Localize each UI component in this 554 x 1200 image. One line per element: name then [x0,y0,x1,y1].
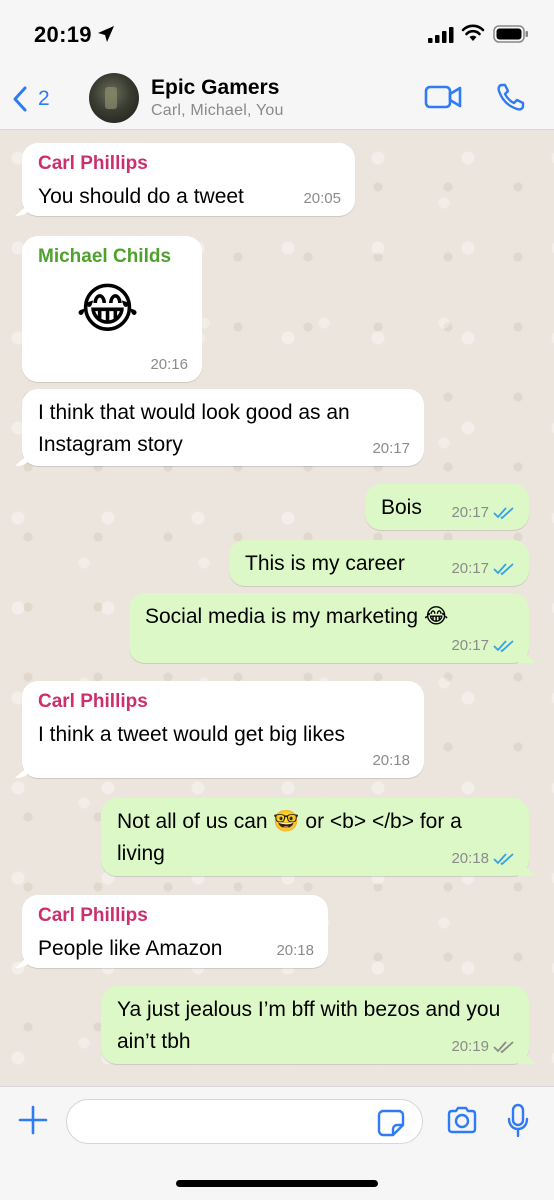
wifi-icon [461,24,485,41]
message-list[interactable]: Carl Phillips You should do a tweet 20:0… [0,131,554,1086]
message-bubble-outgoing[interactable]: Bois 20:17 [365,484,529,530]
message-text: I think a tweet would get big likes [38,723,346,746]
message-bubble-outgoing[interactable]: This is my career 20:17 [229,540,529,586]
message-bubble-incoming[interactable]: Carl Phillips You should do a tweet 20:0… [22,143,355,216]
message-time: 20:18 [276,942,314,959]
message-bubble-incoming[interactable]: Michael Childs 😂 20:16 [22,236,202,382]
message-time: 20:17 [451,504,489,521]
read-ticks-icon [493,640,514,653]
video-call-icon[interactable] [424,84,462,110]
camera-icon[interactable] [446,1106,478,1134]
message-emoji: 😂 [76,279,140,339]
message-time: 20:18 [451,850,489,867]
message-time: 20:05 [303,190,341,207]
microphone-icon[interactable] [506,1103,530,1139]
read-ticks-icon [493,563,514,576]
battery-icon [493,25,528,43]
sticker-icon[interactable] [377,1109,405,1137]
status-bar: 20:19 [0,0,554,64]
unread-count: 2 [38,87,50,110]
message-bubble-outgoing[interactable]: Ya just jealous I’m bff with bezos and y… [101,986,529,1064]
read-ticks-icon [493,507,514,520]
chat-header: 2 Epic Gamers Carl, Michael, You [0,64,554,130]
group-avatar[interactable] [89,73,139,123]
message-bubble-outgoing[interactable]: Not all of us can 🤓 or <b> </b> for a li… [101,798,529,876]
sender-name: Carl Phillips [38,153,148,174]
home-indicator[interactable] [176,1180,378,1187]
location-arrow-icon [98,26,114,42]
chat-participants[interactable]: Carl, Michael, You [151,102,284,120]
sender-name: Michael Childs [38,246,172,267]
message-text: You should do a tweet [38,185,244,208]
status-time: 20:19 [34,22,92,47]
message-time: 20:19 [451,1038,489,1055]
message-text: Not all of us can 🤓 or <b> </b> for a li… [117,810,462,865]
phone-icon[interactable] [496,82,526,112]
message-bubble-incoming[interactable]: Carl Phillips I think a tweet would get … [22,681,424,778]
delivered-ticks-icon [493,1041,514,1054]
message-bubble-incoming[interactable]: Carl Phillips People like Amazon 20:18 [22,895,328,968]
chat-title[interactable]: Epic Gamers [151,76,279,100]
sender-name: Carl Phillips [38,691,148,712]
message-text: I think that would look good as an Insta… [38,401,350,456]
message-time: 20:18 [372,752,410,769]
message-bubble-outgoing[interactable]: Social media is my marketing 😂 20:17 [129,593,529,663]
sender-name: Carl Phillips [38,905,148,926]
message-bubble-incoming[interactable]: I think that would look good as an Insta… [22,389,424,466]
message-text: Social media is my marketing 😂 [145,605,449,628]
message-time: 20:17 [451,637,489,654]
message-time: 20:17 [372,440,410,457]
plus-icon[interactable] [17,1104,49,1136]
back-button[interactable]: 2 [12,82,64,116]
chevron-left-icon [13,86,27,112]
message-input[interactable] [66,1099,423,1144]
message-text: People like Amazon [38,937,223,960]
message-time: 20:16 [150,356,188,373]
read-ticks-icon [493,853,514,866]
message-time: 20:17 [451,560,489,577]
cellular-signal-icon [428,27,454,43]
